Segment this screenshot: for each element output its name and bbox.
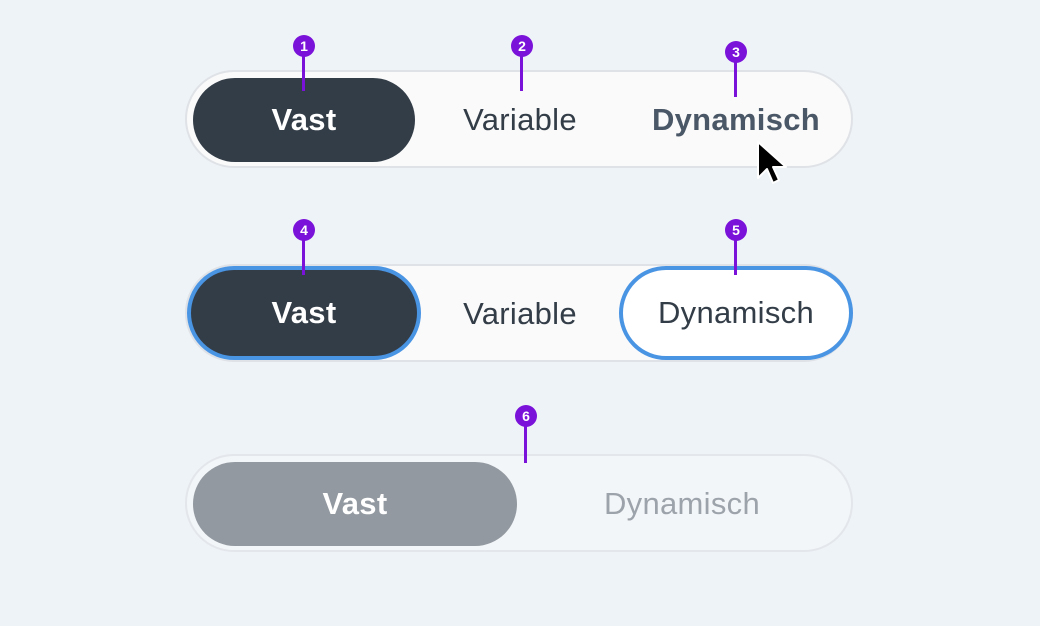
marker-number: 3 — [725, 41, 747, 63]
mouse-pointer-icon — [757, 141, 787, 184]
toggle-option-variable[interactable]: Variable — [415, 272, 625, 356]
marker-number: 2 — [511, 35, 533, 57]
toggle-option-vast-disabled: Vast — [193, 462, 517, 546]
segmented-toggle-disabled: Vast Dynamisch — [185, 454, 853, 552]
marker-number: 1 — [293, 35, 315, 57]
marker-number: 4 — [293, 219, 315, 241]
toggle-option-dynamisch-disabled: Dynamisch — [603, 486, 761, 521]
marker-number: 6 — [515, 405, 537, 427]
toggle-option-vast-focused[interactable]: Vast — [187, 266, 421, 360]
segmented-toggle-default: Vast Variable Dynamisch — [185, 70, 853, 168]
marker-number: 5 — [725, 219, 747, 241]
toggle-option-dynamisch-focused[interactable]: Dynamisch — [619, 266, 853, 360]
segmented-toggle-focus: Vast Variable Dynamisch — [185, 264, 853, 362]
